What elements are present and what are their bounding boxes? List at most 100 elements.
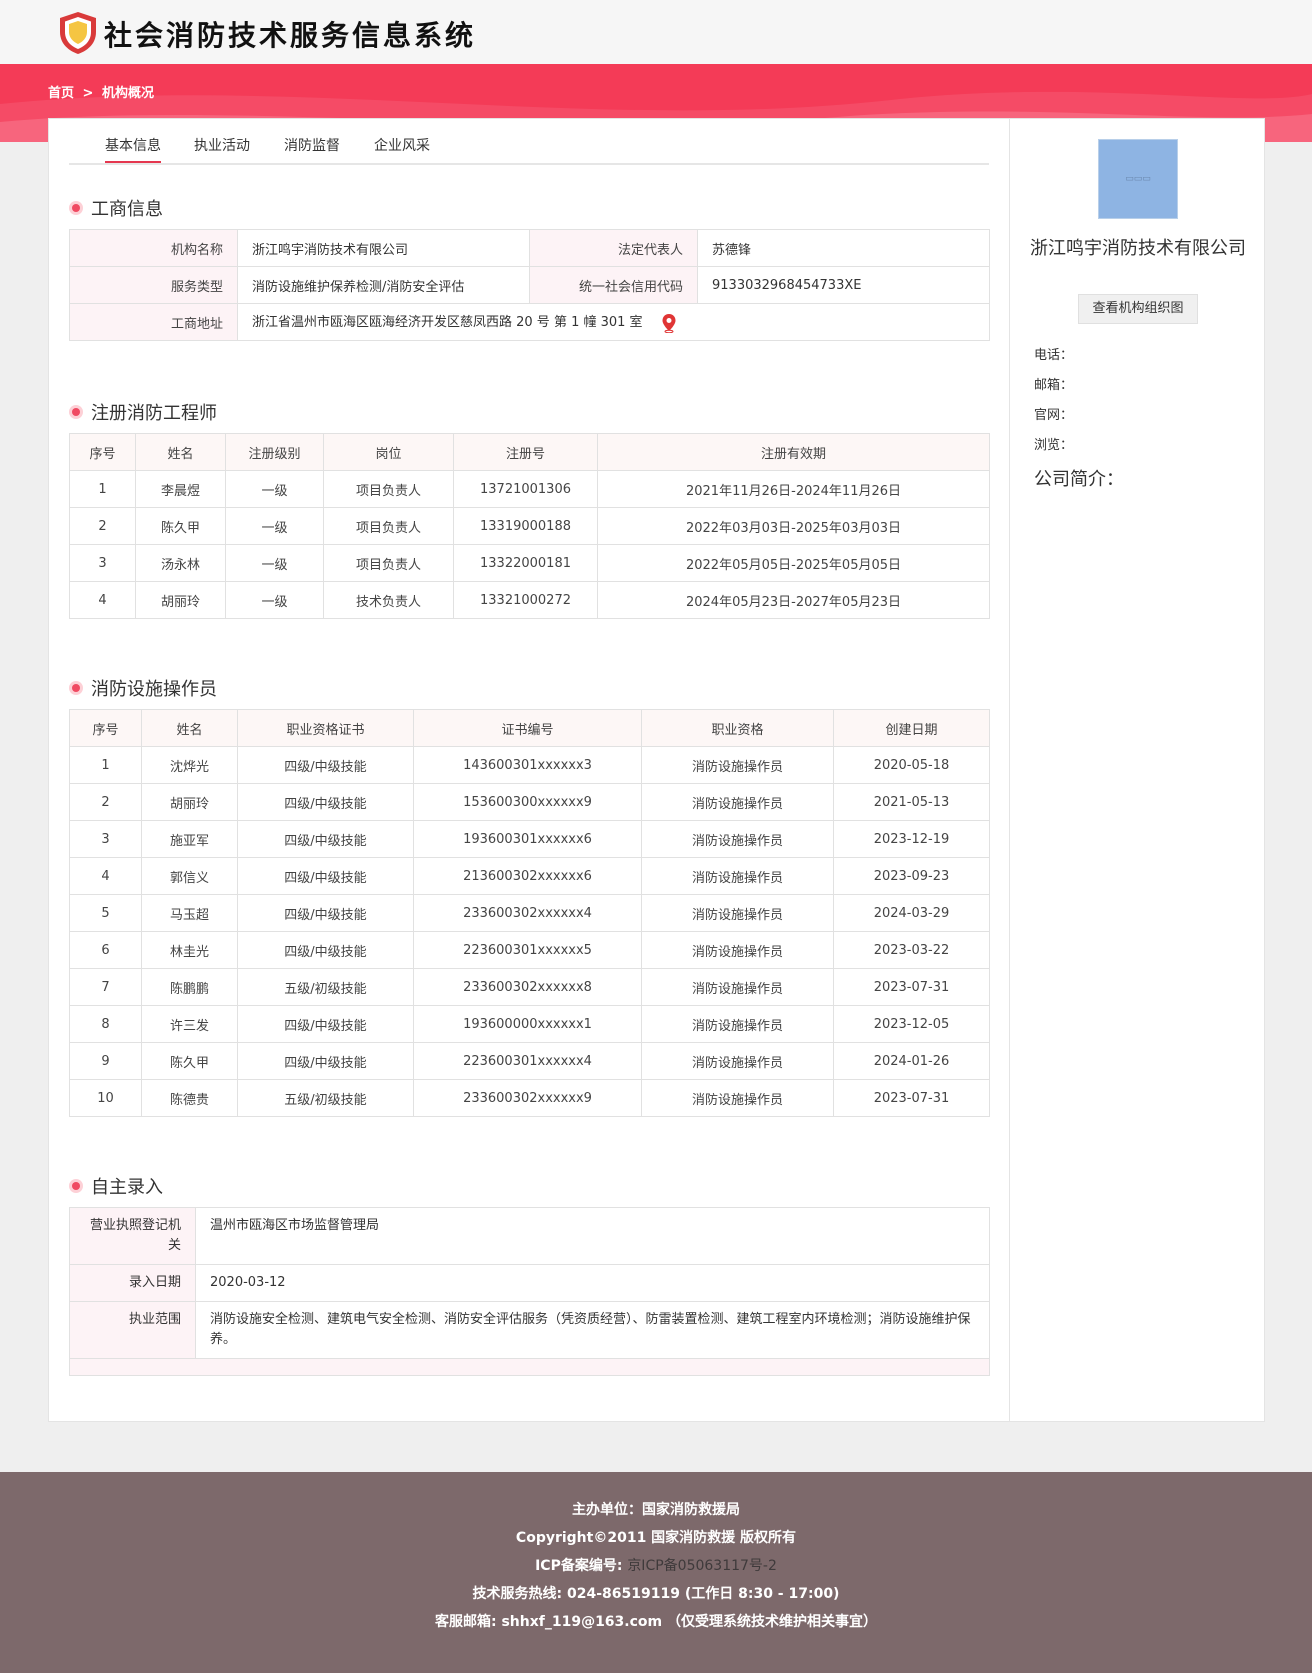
table-cell: 一级 xyxy=(225,507,324,545)
footer-service-email: 客服邮箱: shhxf_119@163.com （仅受理系统技术维护相关事宜） xyxy=(434,1614,877,1630)
tab-fire-supervision[interactable]: 消防监督 xyxy=(284,135,340,161)
table-row: 10 陈德贵 五级/初级技能 233600302xxxxxx9 消防设施操作员 2023-… xyxy=(69,1079,990,1117)
table-row: 3 汤永林 一级 项目负责人 13322000181 2022年05月05日-2025年0… xyxy=(69,544,990,582)
company-photo-placeholder-icon: ▭▭▭ xyxy=(1125,174,1151,184)
bullet-icon xyxy=(69,405,83,419)
table-cell: 2021年11月26日-2024年11月26日 xyxy=(597,470,990,508)
table-cell: 2024-01-26 xyxy=(833,1042,990,1080)
org-name-label: 机构名称 xyxy=(69,229,238,267)
section-title-text: 消防设施操作员 xyxy=(91,679,217,700)
breadcrumb: 首页 > 机构概况 xyxy=(48,82,158,101)
table-cell: 2024年05月23日-2027年05月23日 xyxy=(597,581,990,619)
table-cell: 13721001306 xyxy=(453,470,598,508)
credit-code-label: 统一社会信用代码 xyxy=(529,266,698,304)
table-cell: 四级/中级技能 xyxy=(237,894,414,932)
operators-table: 序号 姓名 职业资格证书 证书编号 职业资格 创建日期 1 沈烨光 四级/中级技能 143600… xyxy=(69,709,990,1117)
table-cell: 五级/初级技能 xyxy=(237,968,414,1006)
org-name-value: 浙江鸣宇消防技术有限公司 xyxy=(237,229,530,267)
tab-practice-activities[interactable]: 执业活动 xyxy=(194,135,250,161)
site-title: 社会消防技术服务信息系统 xyxy=(104,19,477,52)
table-cell: 胡丽玲 xyxy=(141,783,238,821)
table-row: 4 胡丽玲 一级 技术负责人 13321000272 2024年05月23日-2027年0… xyxy=(69,581,990,619)
org-chart-button[interactable]: 查看机构组织图 xyxy=(1078,294,1198,324)
tab-company-style[interactable]: 企业风采 xyxy=(374,135,430,161)
table-cell: 2023-12-05 xyxy=(833,1005,990,1043)
table-cell: 项目负责人 xyxy=(323,470,454,508)
entry-date-value: 2020-03-12 xyxy=(195,1264,990,1302)
table-cell: 五级/初级技能 xyxy=(237,1079,414,1117)
table-cell: 193600301xxxxxx6 xyxy=(413,820,642,858)
column-header: 姓名 xyxy=(141,709,238,747)
table-cell: 沈烨光 xyxy=(141,746,238,784)
table-row: 3 施亚军 四级/中级技能 193600301xxxxxx6 消防设施操作员 2023-1… xyxy=(69,820,990,858)
table-cell: 10 xyxy=(69,1079,142,1117)
column-header: 注册号 xyxy=(453,433,598,471)
column-header: 序号 xyxy=(69,709,142,747)
table-cell: 四级/中级技能 xyxy=(237,857,414,895)
table-row xyxy=(69,1358,990,1376)
table-row: 工商地址 浙江省温州市瓯海区瓯海经济开发区慈凤西路 20 号 第 1 幢 301… xyxy=(69,303,990,341)
table-cell: 李晨煜 xyxy=(135,470,226,508)
breadcrumb-separator: > xyxy=(82,86,94,101)
table-cell: 1 xyxy=(69,470,136,508)
section-title-text: 工商信息 xyxy=(91,199,163,220)
breadcrumb-current: 机构概况 xyxy=(101,86,154,101)
credit-code-value: 9133032968454733XE xyxy=(697,266,990,304)
bullet-icon xyxy=(69,201,83,215)
legal-rep-label: 法定代表人 xyxy=(529,229,698,267)
table-cell: 2 xyxy=(69,507,136,545)
footer-copyright: Copyright©2011 国家消防救援 版权所有 xyxy=(515,1530,797,1546)
table-cell: 2021-05-13 xyxy=(833,783,990,821)
table-row: 6 林圭光 四级/中级技能 223600301xxxxxx5 消防设施操作员 2023-0… xyxy=(69,931,990,969)
footer-icp: ICP备案编号: 京ICP备05063117号-2 xyxy=(0,1552,1312,1580)
table-cell: 2020-05-18 xyxy=(833,746,990,784)
views-label: 浏览： xyxy=(1034,438,1074,453)
table-cell: 193600000xxxxxx1 xyxy=(413,1005,642,1043)
table-cell: 2 xyxy=(69,783,142,821)
table-cell: 2024-03-29 xyxy=(833,894,990,932)
table-cell: 消防设施操作员 xyxy=(641,894,834,932)
table-cell: 消防设施操作员 xyxy=(641,746,834,784)
service-type-label: 服务类型 xyxy=(69,266,238,304)
company-intro-label: 公司简介： xyxy=(1034,469,1124,490)
main-panel: 基本信息 执业活动 消防监督 企业风采 工商信息 机构名称 浙江鸣宇消防技术有限… xyxy=(48,118,1010,1422)
table-cell: 233600302xxxxxx8 xyxy=(413,968,642,1006)
breadcrumb-home-link[interactable]: 首页 xyxy=(48,86,74,101)
table-row: 服务类型 消防设施维护保养检测/消防安全评估 统一社会信用代码 91330329… xyxy=(69,266,990,304)
table-cell: 消防设施操作员 xyxy=(641,857,834,895)
footer-icp-link[interactable]: 京ICP备05063117号-2 xyxy=(627,1558,777,1574)
table-cell: 陈鹏鹏 xyxy=(141,968,238,1006)
table-cell: 林圭光 xyxy=(141,931,238,969)
self-entry-table: 营业执照登记机关 温州市瓯海区市场监督管理局 录入日期 2020-03-12 执… xyxy=(69,1207,990,1376)
table-cell: 施亚军 xyxy=(141,820,238,858)
table-cell: 汤永林 xyxy=(135,544,226,582)
table-cell: 陈久甲 xyxy=(135,507,226,545)
table-row: 4 郭信义 四级/中级技能 213600302xxxxxx6 消防设施操作员 2023-0… xyxy=(69,857,990,895)
table-cell: 项目负责人 xyxy=(323,507,454,545)
address-label: 工商地址 xyxy=(69,303,238,341)
table-cell: 一级 xyxy=(225,544,324,582)
section-title-text: 自主录入 xyxy=(91,1177,163,1198)
table-header-row: 序号 姓名 职业资格证书 证书编号 职业资格 创建日期 xyxy=(69,709,990,747)
address-value: 浙江省温州市瓯海区瓯海经济开发区慈凤西路 20 号 第 1 幢 301 室 xyxy=(252,315,643,331)
website-label: 官网： xyxy=(1034,408,1074,423)
empty-footer-row xyxy=(69,1358,990,1376)
table-cell: 143600301xxxxxx3 xyxy=(413,746,642,784)
section-title-text: 注册消防工程师 xyxy=(91,403,217,424)
map-pin-icon[interactable] xyxy=(661,313,677,333)
table-cell: 13319000188 xyxy=(453,507,598,545)
table-row: 9 陈久甲 四级/中级技能 223600301xxxxxx4 消防设施操作员 2024-0… xyxy=(69,1042,990,1080)
table-cell: 3 xyxy=(69,544,136,582)
table-cell: 8 xyxy=(69,1005,142,1043)
table-cell: 9 xyxy=(69,1042,142,1080)
table-cell: 4 xyxy=(69,581,136,619)
company-photo: ▭▭▭ xyxy=(1098,139,1178,219)
table-cell: 13321000272 xyxy=(453,581,598,619)
legal-rep-value: 苏德锋 xyxy=(697,229,990,267)
service-type-value: 消防设施维护保养检测/消防安全评估 xyxy=(237,266,530,304)
column-header: 注册级别 xyxy=(225,433,324,471)
tab-basic-info[interactable]: 基本信息 xyxy=(105,135,161,163)
table-cell: 陈德贵 xyxy=(141,1079,238,1117)
footer-icp-label: ICP备案编号: xyxy=(535,1558,623,1574)
table-row: 7 陈鹏鹏 五级/初级技能 233600302xxxxxx8 消防设施操作员 2023-0… xyxy=(69,968,990,1006)
